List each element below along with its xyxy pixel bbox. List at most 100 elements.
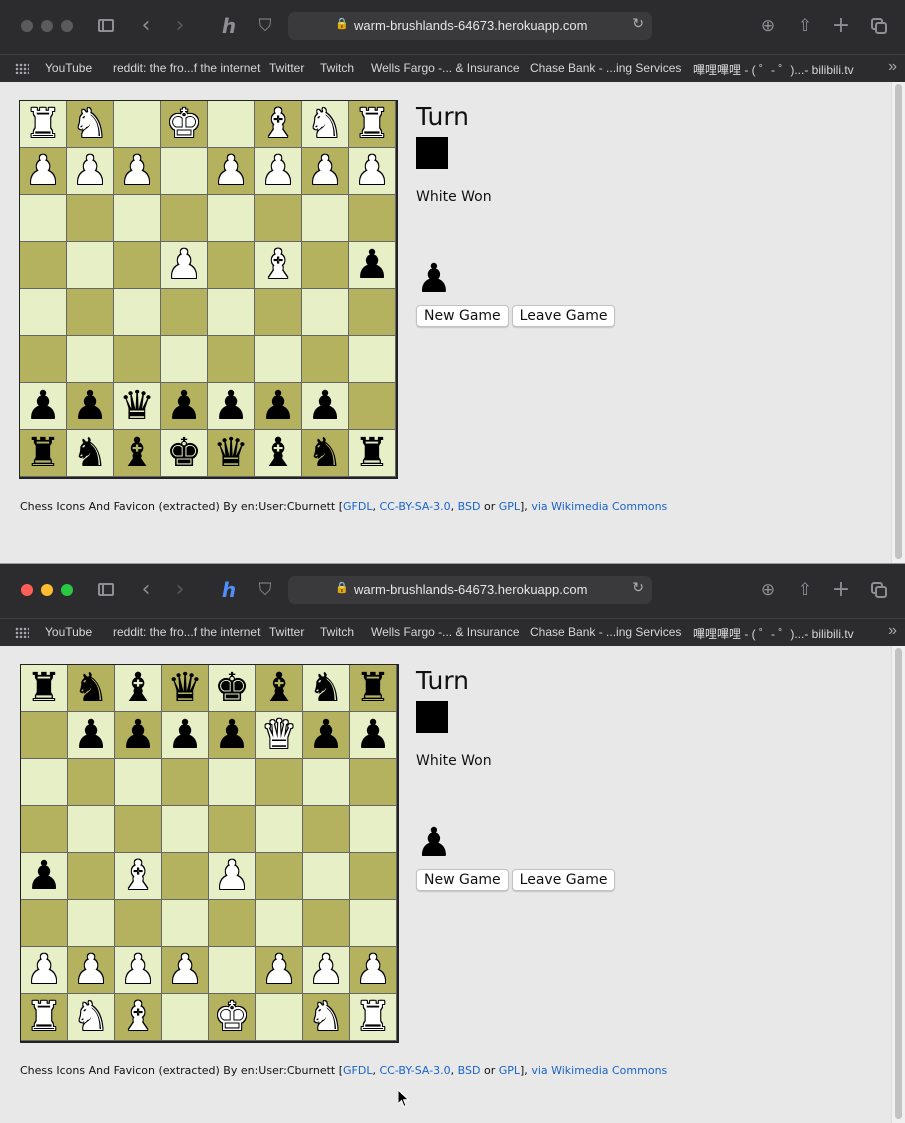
white-knight-icon[interactable]: ♞ — [308, 997, 344, 1037]
board-square-c4[interactable]: ♝ — [115, 853, 162, 900]
license-link-gpl[interactable]: GPL — [499, 1064, 520, 1077]
bookmark-item[interactable]: reddit: the fro...f the internet — [113, 61, 260, 75]
white-bishop-icon[interactable]: ♝ — [260, 245, 296, 285]
board-square-b8[interactable]: ♞ — [67, 101, 114, 148]
share-icon[interactable]: ⇧ — [793, 14, 817, 38]
bookmark-item[interactable]: Chase Bank - ...ing Services — [530, 61, 681, 75]
board-square-h5[interactable]: ♟ — [349, 242, 396, 289]
wikimedia-commons-link[interactable]: via Wikimedia Commons — [531, 1064, 667, 1077]
downloads-icon[interactable]: ⊕ — [756, 14, 780, 38]
board-square-e7[interactable]: ♟ — [209, 712, 256, 759]
white-king-icon[interactable]: ♚ — [166, 104, 202, 144]
board-square-a2[interactable]: ♟ — [21, 947, 68, 994]
board-square-f3[interactable] — [255, 336, 302, 383]
board-square-f3[interactable] — [256, 900, 303, 947]
board-square-b3[interactable] — [68, 900, 115, 947]
board-square-e2[interactable]: ♟ — [208, 383, 255, 430]
board-square-d2[interactable]: ♟ — [162, 947, 209, 994]
address-bar[interactable]: 🔒 warm-brushlands-64673.herokuapp.com ↻ — [288, 576, 652, 604]
board-square-g5[interactable] — [303, 806, 350, 853]
black-bishop-icon[interactable]: ♝ — [260, 433, 296, 473]
board-square-e2[interactable] — [209, 947, 256, 994]
black-pawn-icon[interactable]: ♟ — [214, 715, 250, 755]
vertical-scrollbar[interactable] — [891, 646, 905, 1123]
board-square-a4[interactable]: ♟ — [21, 853, 68, 900]
white-pawn-icon[interactable]: ♟ — [260, 151, 296, 191]
white-pawn-icon[interactable]: ♟ — [354, 151, 390, 191]
board-square-h8[interactable]: ♜ — [350, 665, 397, 712]
favorites-grid-icon[interactable] — [15, 627, 29, 638]
black-rook-icon[interactable]: ♜ — [26, 668, 62, 708]
board-square-b7[interactable]: ♟ — [67, 148, 114, 195]
white-pawn-icon[interactable]: ♟ — [72, 151, 108, 191]
bookmark-item[interactable]: 嗶哩嗶哩 - ( ゜- ゜)...- bilibili.tv — [693, 625, 854, 642]
license-link-gpl[interactable]: GPL — [499, 500, 520, 513]
black-pawn-icon[interactable]: ♟ — [307, 386, 343, 426]
black-knight-icon[interactable]: ♞ — [307, 433, 343, 473]
board-square-e7[interactable]: ♟ — [208, 148, 255, 195]
board-square-h5[interactable] — [350, 806, 397, 853]
white-rook-icon[interactable]: ♜ — [354, 104, 390, 144]
new-game-button[interactable]: New Game — [416, 305, 509, 327]
share-icon[interactable]: ⇧ — [793, 578, 817, 602]
scrollbar-thumb[interactable] — [895, 648, 902, 1119]
board-square-a6[interactable] — [21, 759, 68, 806]
reload-icon[interactable]: ↻ — [632, 580, 644, 596]
board-square-h3[interactable] — [349, 336, 396, 383]
wikimedia-commons-link[interactable]: via Wikimedia Commons — [531, 500, 667, 513]
bookmark-item[interactable]: 嗶哩嗶哩 - ( ゜- ゜)...- bilibili.tv — [693, 61, 854, 78]
board-square-d5[interactable] — [162, 806, 209, 853]
license-link-gfdl[interactable]: GFDL — [343, 1064, 372, 1077]
board-square-d5[interactable]: ♟ — [161, 242, 208, 289]
board-square-e1[interactable]: ♚ — [209, 994, 256, 1041]
board-square-g3[interactable] — [302, 336, 349, 383]
white-bishop-icon[interactable]: ♝ — [120, 856, 156, 896]
board-square-f4[interactable] — [255, 289, 302, 336]
board-square-g4[interactable] — [303, 853, 350, 900]
board-square-d8[interactable]: ♚ — [161, 101, 208, 148]
board-square-e1[interactable]: ♛ — [208, 430, 255, 477]
board-square-g1[interactable]: ♞ — [302, 430, 349, 477]
board-square-b8[interactable]: ♞ — [68, 665, 115, 712]
board-square-g7[interactable]: ♟ — [302, 148, 349, 195]
board-square-f7[interactable]: ♛ — [256, 712, 303, 759]
white-rook-icon[interactable]: ♜ — [26, 997, 62, 1037]
board-square-e3[interactable] — [208, 336, 255, 383]
leave-game-button[interactable]: Leave Game — [511, 305, 616, 327]
board-square-c3[interactable] — [115, 900, 162, 947]
board-square-g2[interactable]: ♟ — [302, 383, 349, 430]
board-square-a5[interactable] — [20, 242, 67, 289]
heroku-extension-icon[interactable]: h — [217, 578, 241, 602]
board-square-c7[interactable]: ♟ — [115, 712, 162, 759]
new-game-button[interactable]: New Game — [416, 869, 509, 891]
black-rook-icon[interactable]: ♜ — [355, 668, 391, 708]
board-square-c8[interactable] — [114, 101, 161, 148]
board-square-c6[interactable] — [115, 759, 162, 806]
board-square-a7[interactable]: ♟ — [20, 148, 67, 195]
board-square-h3[interactable] — [350, 900, 397, 947]
board-square-b6[interactable] — [67, 195, 114, 242]
zoom-window-button[interactable] — [61, 584, 73, 596]
board-square-a1[interactable]: ♜ — [21, 994, 68, 1041]
heroku-extension-icon[interactable]: h — [217, 14, 241, 38]
board-square-e8[interactable] — [208, 101, 255, 148]
board-square-d2[interactable]: ♟ — [161, 383, 208, 430]
board-square-c2[interactable]: ♟ — [115, 947, 162, 994]
black-pawn-icon[interactable]: ♟ — [355, 715, 391, 755]
black-pawn-icon[interactable]: ♟ — [308, 715, 344, 755]
black-knight-icon[interactable]: ♞ — [308, 668, 344, 708]
board-square-a5[interactable] — [21, 806, 68, 853]
board-square-c5[interactable] — [115, 806, 162, 853]
white-pawn-icon[interactable]: ♟ — [308, 950, 344, 990]
board-square-b4[interactable] — [67, 289, 114, 336]
white-pawn-icon[interactable]: ♟ — [214, 856, 250, 896]
board-square-g7[interactable]: ♟ — [303, 712, 350, 759]
board-square-a2[interactable]: ♟ — [20, 383, 67, 430]
black-pawn-icon[interactable]: ♟ — [167, 715, 203, 755]
board-square-c1[interactable]: ♝ — [114, 430, 161, 477]
board-square-d7[interactable] — [161, 148, 208, 195]
white-pawn-icon[interactable]: ♟ — [213, 151, 249, 191]
forward-chevron-icon[interactable]: › — [168, 578, 192, 602]
board-square-f2[interactable]: ♟ — [256, 947, 303, 994]
board-square-c6[interactable] — [114, 195, 161, 242]
